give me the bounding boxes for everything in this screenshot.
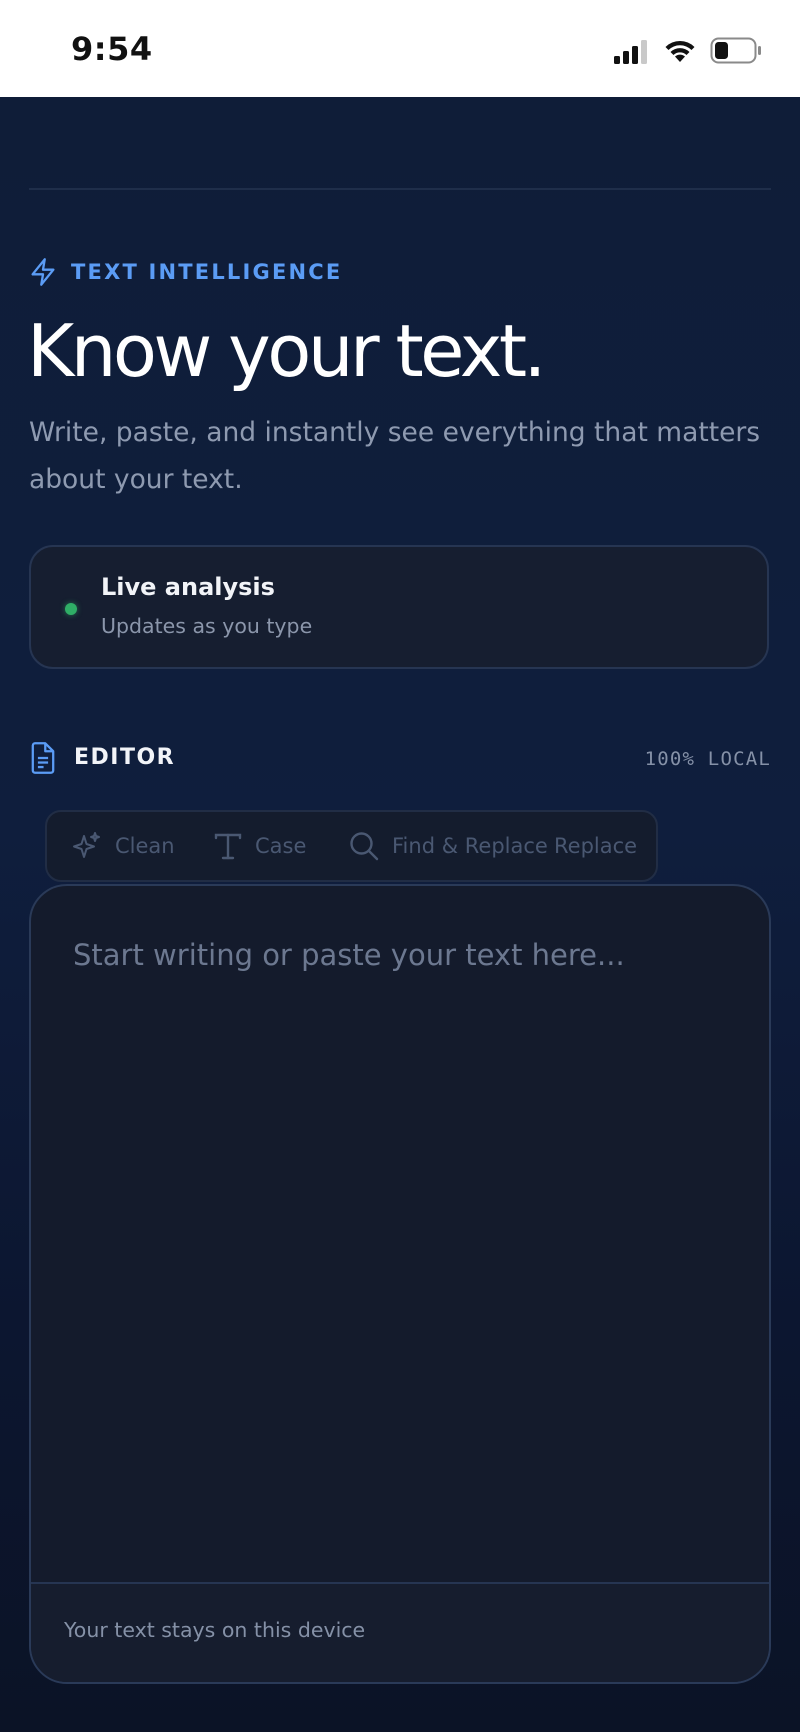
editor-toolbar: Clean Case Find & Replace Replace — [45, 810, 658, 882]
document-icon — [31, 742, 55, 774]
live-status-dot — [65, 603, 77, 615]
replace-button[interactable]: Replace — [554, 812, 637, 880]
app-screen: TEXT INTELLIGENCE Know your text. Write,… — [0, 97, 800, 1732]
header-divider — [29, 188, 771, 190]
lightning-icon — [31, 258, 55, 286]
text-editor[interactable]: Start writing or paste your text here...… — [29, 884, 771, 1684]
editor-placeholder[interactable]: Start writing or paste your text here... — [73, 938, 625, 972]
page-title: Know your text. — [27, 309, 546, 393]
replace-label: Replace — [554, 834, 638, 858]
clean-button-label: Clean — [115, 834, 175, 858]
status-time: 9:54 — [71, 30, 153, 68]
editor-header: EDITOR 100% LOCAL — [29, 741, 771, 775]
sparkle-icon — [73, 832, 100, 858]
wifi-icon — [665, 40, 695, 62]
status-bar: 9:54 — [0, 0, 800, 97]
editor-label: EDITOR — [74, 745, 176, 770]
search-icon — [350, 832, 379, 861]
find-replace-label: Find & Replace — [392, 834, 548, 858]
live-analysis-subtitle: Updates as you type — [101, 614, 313, 638]
privacy-note: Your text stays on this device — [64, 1618, 366, 1642]
case-button[interactable]: Case — [213, 812, 306, 880]
editor-footer: Your text stays on this device — [31, 1582, 769, 1682]
local-badge: 100% LOCAL — [644, 748, 771, 770]
find-replace-button[interactable]: Find & Replace — [348, 812, 548, 880]
case-button-label: Case — [255, 834, 307, 858]
live-analysis-card: Live analysis Updates as you type — [29, 545, 769, 669]
clean-button[interactable]: Clean — [71, 812, 175, 880]
live-analysis-title: Live analysis — [101, 573, 275, 601]
text-case-icon — [214, 833, 242, 860]
status-icons — [614, 36, 764, 66]
cellular-signal-icon — [614, 40, 647, 64]
page-subtitle: Write, paste, and instantly see everythi… — [29, 417, 761, 495]
eyebrow: TEXT INTELLIGENCE — [29, 257, 342, 287]
eyebrow-text: TEXT INTELLIGENCE — [71, 260, 343, 284]
battery-icon — [710, 37, 761, 64]
